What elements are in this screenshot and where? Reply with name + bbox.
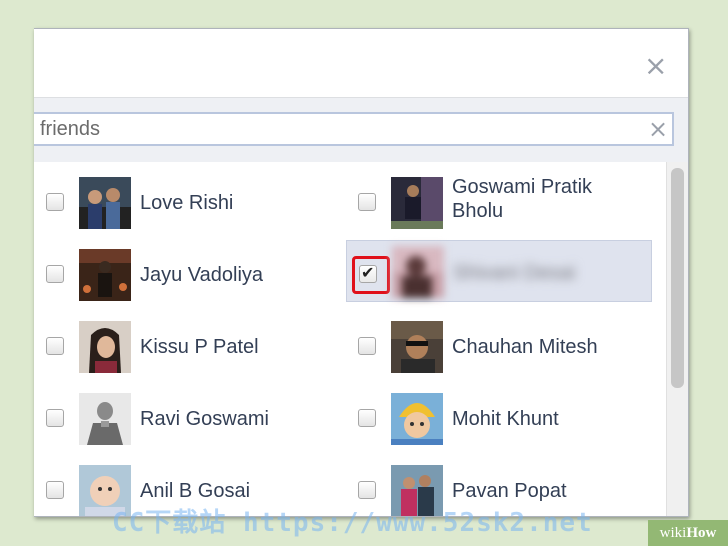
person-photo-icon <box>79 249 131 301</box>
friend-checkbox[interactable] <box>46 265 64 283</box>
friend-name: Kissu P Patel <box>140 336 259 358</box>
scrollbar-thumb[interactable] <box>671 168 684 388</box>
friend-checkbox[interactable] <box>358 409 376 427</box>
search-box: × <box>34 112 674 146</box>
friend-name: Anil B Gosai <box>140 480 251 502</box>
clear-search-icon[interactable]: × <box>646 116 670 142</box>
scrollbar[interactable] <box>666 162 688 516</box>
friend-name: Shivani Desai <box>453 262 576 284</box>
wikihow-logo: wikiHow <box>648 520 728 546</box>
search-strip: × <box>34 97 688 163</box>
friend-checkbox[interactable] <box>358 193 376 211</box>
friend-list: Love Rishi Goswami Pratik Bholu Jayu Vad… <box>34 162 688 516</box>
friend-name: Chauhan Mitesh <box>452 336 598 358</box>
friend-checkbox[interactable] <box>358 481 376 499</box>
friend-checkbox[interactable] <box>46 193 64 211</box>
friend-checkbox[interactable] <box>46 409 64 427</box>
friend-name: Love Rishi <box>140 192 234 214</box>
friend-checkbox[interactable] <box>46 481 64 499</box>
list-item-selected[interactable]: ✔ Shivani Desai <box>346 240 652 302</box>
dialog-header: × <box>34 29 688 97</box>
friend-checkbox[interactable]: ✔ <box>352 256 390 294</box>
watermark: CC下载站 https://www.52sk2.net <box>112 508 593 538</box>
list-item[interactable]: Jayu Vadoliya <box>34 241 339 301</box>
friend-name: Goswami Pratik Bholu <box>452 176 593 222</box>
close-icon[interactable]: × <box>644 52 667 80</box>
list-item[interactable]: Kissu P Patel <box>34 313 339 373</box>
list-item[interactable]: Goswami Pratik Bholu <box>346 169 651 229</box>
logo-wiki: wiki <box>659 525 687 541</box>
person-photo-icon <box>391 321 443 373</box>
list-item[interactable]: Mohit Khunt <box>346 385 651 445</box>
friend-name: Mohit Khunt <box>452 408 559 430</box>
friend-name: Ravi Goswami <box>140 408 269 430</box>
search-input[interactable] <box>40 117 630 141</box>
person-photo-icon <box>79 177 131 229</box>
friend-checkbox[interactable] <box>46 337 64 355</box>
person-photo-icon <box>79 393 131 445</box>
friend-checkbox[interactable] <box>358 337 376 355</box>
friend-name: Jayu Vadoliya <box>140 264 264 286</box>
person-photo-icon <box>392 246 444 298</box>
highlight-box <box>352 256 390 294</box>
person-photo-icon <box>391 177 443 229</box>
list-item[interactable]: Love Rishi <box>34 169 339 229</box>
list-item[interactable]: Chauhan Mitesh <box>346 313 651 373</box>
friend-name: Pavan Popat <box>452 480 567 502</box>
person-photo-icon <box>391 393 443 445</box>
person-photo-icon <box>79 321 131 373</box>
list-item[interactable]: Ravi Goswami <box>34 385 339 445</box>
logo-how: How <box>686 525 717 541</box>
invite-friends-dialog: × × Love Rishi Goswami Pratik Bholu <box>34 28 689 517</box>
